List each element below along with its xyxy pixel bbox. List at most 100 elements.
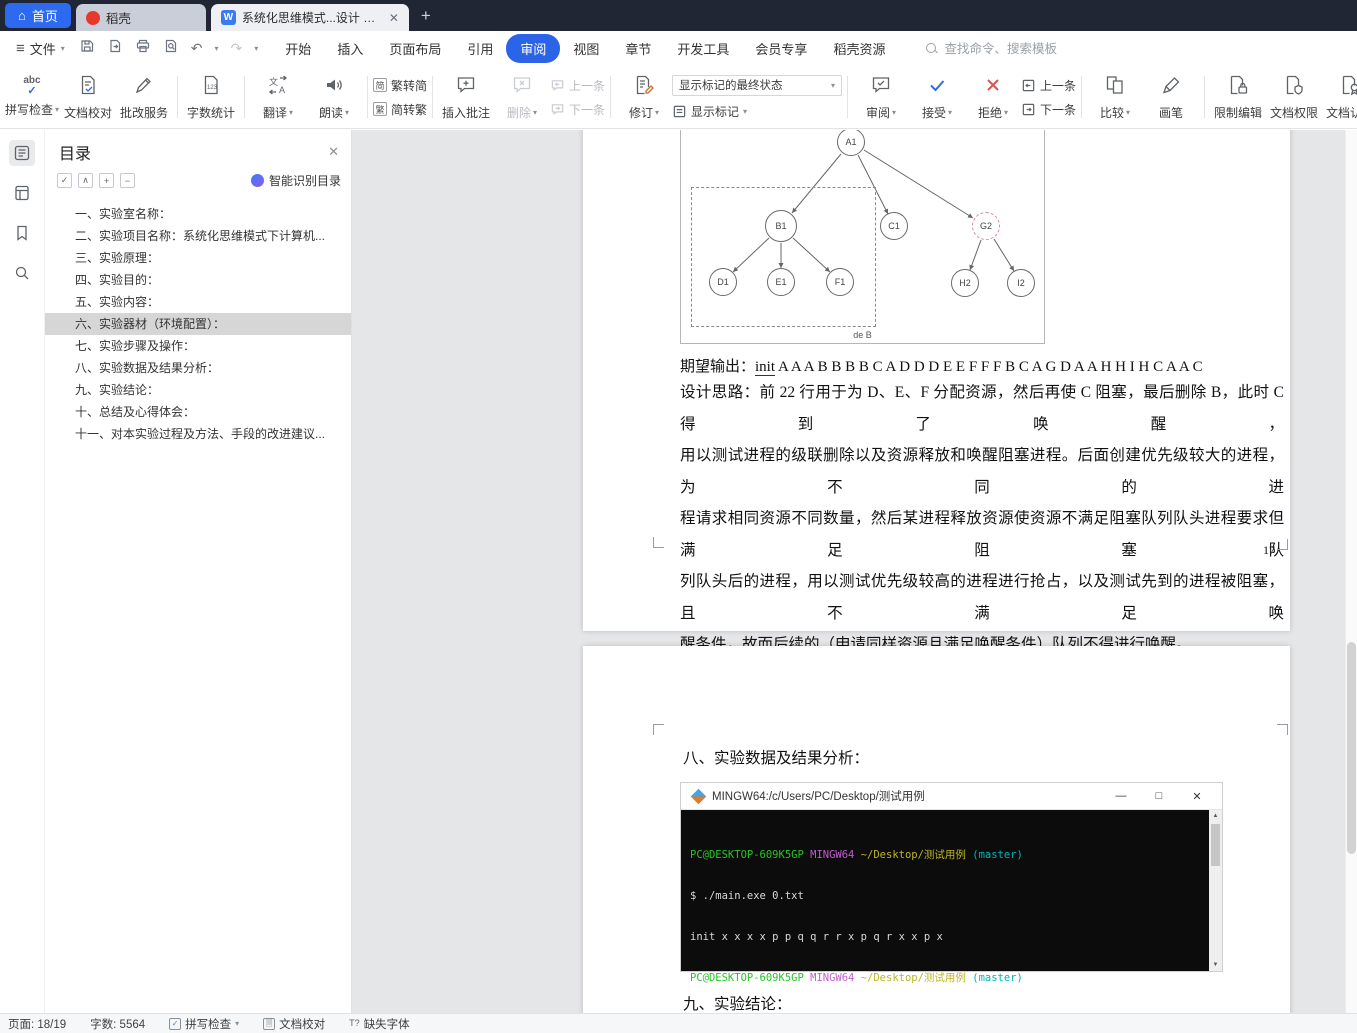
- tab-page-layout[interactable]: 页面布局: [376, 34, 454, 63]
- toolbar-options-icon[interactable]: ▾: [254, 44, 258, 53]
- reject-x-icon: [982, 74, 1004, 99]
- export-icon[interactable]: [107, 38, 123, 59]
- toc-item-11[interactable]: 十一、对本实验过程及方法、手段的改进建议...: [45, 423, 351, 445]
- expected-output-line: 期望输出：init A A A B B B B C A D D D E E F …: [680, 359, 1203, 376]
- toc-item-9[interactable]: 九、实验结论：: [45, 379, 351, 401]
- undo-dropdown-icon[interactable]: ▾: [215, 44, 219, 53]
- word-count-button[interactable]: 123 字数统计: [183, 69, 239, 125]
- tab-daoke-resources[interactable]: 稻壳资源: [820, 34, 898, 63]
- traditional-icon: 繁: [373, 102, 387, 116]
- restrict-editing-button[interactable]: 限制编辑: [1210, 69, 1266, 125]
- document-scrollbar[interactable]: [1345, 130, 1357, 1013]
- review-button[interactable]: 审阅 ▾: [853, 69, 909, 125]
- read-aloud-button[interactable]: 朗读 ▾: [306, 69, 362, 125]
- smart-recognize-toc-button[interactable]: 智能识别目录: [250, 172, 341, 189]
- accept-button[interactable]: 接受 ▾: [909, 69, 965, 125]
- toc-item-10[interactable]: 十、总结及心得体会：: [45, 401, 351, 423]
- tree-node-c1: C1: [880, 212, 908, 240]
- markup-display-group: 显示标记的最终状态 ▾ 显示标记 ▾: [672, 74, 843, 120]
- document-page-17: A1 B1 C1 G2 D1 E1 F1 H2 I2 de B 期望输出：ini…: [583, 130, 1290, 653]
- status-spell-check[interactable]: ✓ 拼写检查 ▾: [169, 1016, 239, 1032]
- tab-member[interactable]: 会员专享: [742, 34, 820, 63]
- track-changes-button[interactable]: 修订 ▾: [616, 69, 672, 125]
- process-tree-diagram: A1 B1 C1 G2 D1 E1 F1 H2 I2 de B: [680, 130, 1045, 344]
- file-menu-button[interactable]: ≡ 文件 ▾: [16, 39, 65, 58]
- task-panel-icon[interactable]: [9, 180, 35, 206]
- reject-button[interactable]: 拒绝 ▾: [965, 69, 1021, 125]
- toc-item-1[interactable]: 一、实验室名称：: [45, 203, 351, 225]
- markup-state-select[interactable]: 显示标记的最终状态 ▾: [672, 74, 843, 96]
- redo-icon[interactable]: ↷: [231, 40, 243, 57]
- terminal-scroll-thumb: [1211, 824, 1220, 866]
- spell-check-icon: ✓: [169, 1017, 182, 1030]
- print-icon[interactable]: [135, 38, 151, 59]
- home-tab[interactable]: ⌂ 首页: [5, 3, 71, 28]
- doc-authentication-button[interactable]: 文档认证: [1322, 69, 1357, 125]
- doc-permission-button[interactable]: 文档权限: [1266, 69, 1322, 125]
- simp-to-trad-button[interactable]: 繁简转繁: [373, 101, 427, 118]
- speaker-icon: [323, 74, 345, 99]
- toc-check-icon[interactable]: ✓: [57, 173, 72, 188]
- trad-to-simp-button[interactable]: 简繁转简: [373, 77, 427, 94]
- toc-collapse-all-icon[interactable]: −: [120, 173, 135, 188]
- insert-comment-button[interactable]: 插入批注: [438, 69, 494, 125]
- toc-item-2[interactable]: 二、实验项目名称：系统化思维模式下计算机...: [45, 225, 351, 247]
- comment-delete-icon: [511, 74, 533, 99]
- close-tab-icon[interactable]: ✕: [389, 11, 399, 25]
- next-revision-button[interactable]: 下一条: [1021, 101, 1076, 118]
- pen-button[interactable]: 画笔: [1143, 69, 1199, 125]
- search-input[interactable]: [944, 41, 1095, 56]
- toc-collapse-icon[interactable]: ∧: [78, 173, 93, 188]
- ribbon-separator: [432, 76, 434, 118]
- status-missing-font[interactable]: T? 缺失字体: [349, 1016, 410, 1032]
- document-tab[interactable]: W 系统化思维模式...设计 毕业论文 ✕: [210, 4, 409, 31]
- store-tab[interactable]: 稻壳: [75, 4, 206, 31]
- command-search[interactable]: [926, 41, 1095, 56]
- prev-comment-button[interactable]: 上一条: [550, 77, 605, 94]
- scroll-down-icon: ▼: [1212, 962, 1219, 968]
- spell-check-button[interactable]: abc ✓ 拼写检查 ▾: [4, 69, 60, 125]
- terminal-output: PC@DESKTOP-609K5GP MINGW64 ~/Desktop/测试用…: [690, 849, 1023, 1013]
- new-tab-button[interactable]: +: [421, 6, 431, 26]
- correction-service-button[interactable]: 批改服务: [116, 69, 172, 125]
- undo-icon[interactable]: ↶: [191, 40, 203, 57]
- tab-dev-tools[interactable]: 开发工具: [664, 34, 742, 63]
- delete-comment-button[interactable]: 删除 ▾: [494, 69, 550, 125]
- page-indicator: 页面: 18/19: [8, 1018, 67, 1031]
- status-doc-proofread[interactable]: 🗏 文档校对: [263, 1016, 325, 1032]
- tab-start[interactable]: 开始: [272, 34, 324, 63]
- search-icon: [926, 42, 938, 55]
- prev-revision-button[interactable]: 上一条: [1021, 77, 1076, 94]
- document-scroll-thumb[interactable]: [1347, 642, 1356, 855]
- print-preview-icon[interactable]: [163, 38, 179, 59]
- toc-item-6-active[interactable]: 六、实验器材（环境配置）：: [45, 313, 351, 335]
- svg-text:A: A: [279, 85, 285, 95]
- compare-button[interactable]: 比较 ▾: [1087, 69, 1143, 125]
- close-panel-icon[interactable]: ✕: [328, 144, 339, 160]
- toc-item-3[interactable]: 三、实验原理：: [45, 247, 351, 269]
- bookmark-icon[interactable]: [9, 220, 35, 246]
- next-comment-button[interactable]: 下一条: [550, 101, 605, 118]
- design-paragraph: 设计思路：前 22 行用于为 D、E、F 分配资源，然后再使 C 阻塞，最后删除…: [680, 377, 1284, 661]
- toc-item-5[interactable]: 五、实验内容：: [45, 291, 351, 313]
- doc-proofread-button[interactable]: 文档校对: [60, 69, 116, 125]
- ribbon-separator: [1204, 76, 1206, 118]
- text-boundary-mark: [1277, 539, 1288, 550]
- toc-item-8[interactable]: 八、实验数据及结果分析：: [45, 357, 351, 379]
- toc-item-7[interactable]: 七、实验步骤及操作：: [45, 335, 351, 357]
- search-panel-icon[interactable]: [9, 260, 35, 286]
- terminal-body: PC@DESKTOP-609K5GP MINGW64 ~/Desktop/测试用…: [681, 810, 1222, 1013]
- toc-expand-all-icon[interactable]: +: [99, 173, 114, 188]
- tab-references[interactable]: 引用: [454, 34, 506, 63]
- toc-panel-icon[interactable]: [9, 140, 35, 166]
- tab-insert[interactable]: 插入: [324, 34, 376, 63]
- toc-item-4[interactable]: 四、实验目的：: [45, 269, 351, 291]
- save-icon[interactable]: [79, 38, 95, 59]
- show-markup-button[interactable]: 显示标记 ▾: [672, 103, 842, 120]
- tab-review-active[interactable]: 审阅: [506, 34, 561, 63]
- tab-section[interactable]: 章节: [612, 34, 664, 63]
- tab-view[interactable]: 视图: [560, 34, 612, 63]
- translate-button[interactable]: 文A 翻译 ▾: [250, 69, 306, 125]
- diagram-caption: de B: [853, 330, 872, 340]
- paragraph-line: 用以测试进程的级联删除以及资源释放和唤醒阻塞进程。后面创建优先级较大的进程，为不…: [680, 447, 1284, 496]
